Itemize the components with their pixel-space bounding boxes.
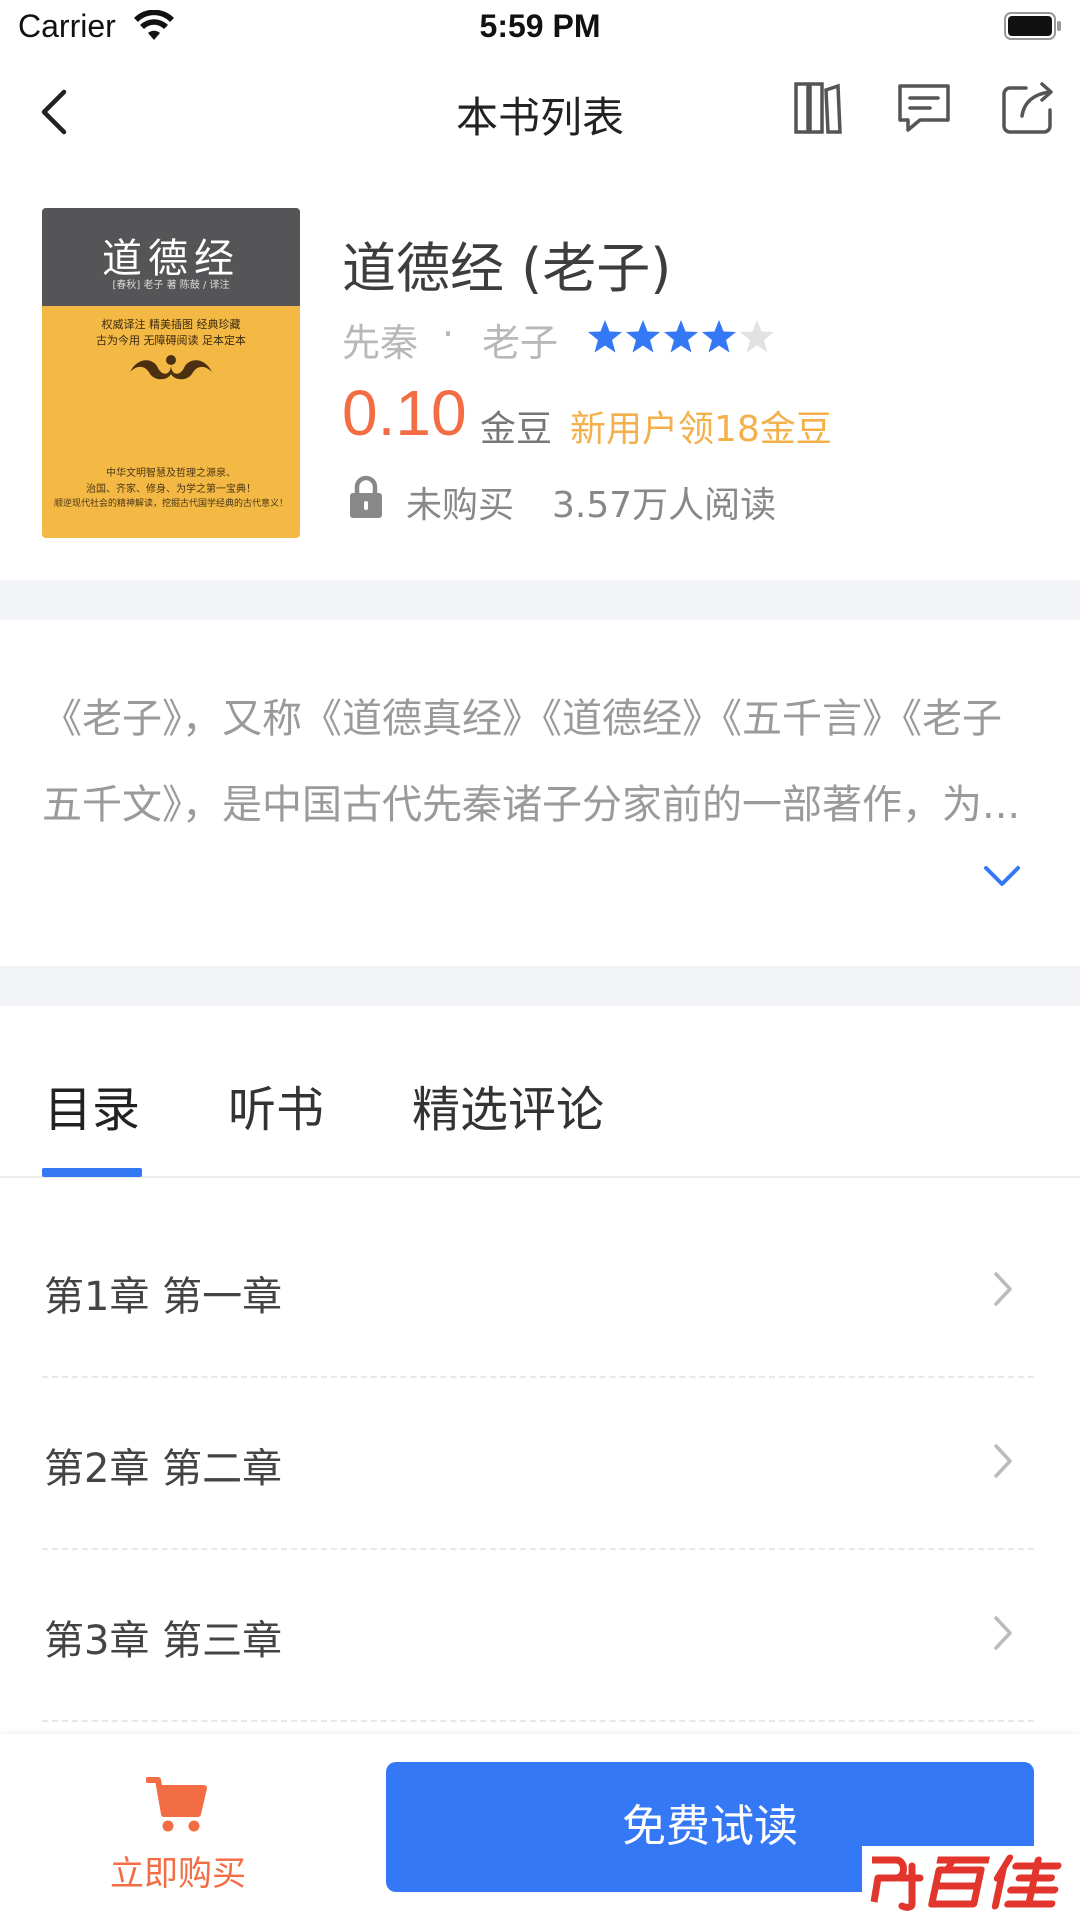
chevron-right-icon [994, 1616, 1012, 1650]
chapter-row[interactable]: 第1章 第一章 [0, 1206, 1080, 1378]
chevron-right-icon [994, 1272, 1012, 1306]
comment-icon[interactable] [896, 82, 952, 134]
tab-catalog[interactable]: 目录 [44, 1070, 140, 1140]
tab-featured-reviews[interactable]: 精选评论 [412, 1070, 604, 1140]
status-bar: Carrier 5:59 PM [0, 0, 1080, 56]
chapter-label: 第1章 第一章 [44, 1274, 283, 1320]
cart-icon[interactable] [146, 1774, 208, 1834]
chevron-right-icon [994, 1444, 1012, 1478]
price-unit: 金豆 [480, 409, 553, 450]
meta-separator: · [442, 312, 455, 356]
cover-blurb-1: 中华文明智慧及哲理之源泉、 [106, 468, 236, 479]
section-divider [0, 580, 1080, 620]
watermark-logo [862, 1846, 1076, 1912]
cover-ornament-icon [130, 355, 212, 380]
rating-stars [588, 320, 774, 353]
book-cover[interactable]: 道德经 [春秋] 老子 著 陈鼓 / 译注 权威译注 精美插图 经典珍藏 古为今… [42, 208, 300, 538]
chapter-label: 第3章 第三章 [44, 1618, 283, 1664]
star-filled [588, 320, 622, 353]
star-filled [702, 320, 736, 353]
cover-blurb-3: 顺逆现代社会的精神解读，挖掘古代国学经典的古代意义！ [53, 499, 288, 509]
chapter-row[interactable]: 第3章 第三章 [0, 1550, 1080, 1722]
bookshelf-icon[interactable] [792, 80, 844, 136]
battery-icon [1004, 12, 1061, 40]
lock-icon [350, 475, 382, 518]
book-author[interactable]: 老子 [482, 312, 558, 367]
share-icon[interactable] [1000, 80, 1056, 136]
book-dynasty: 先秦 [342, 321, 419, 365]
purchase-status: 未购买 [406, 485, 515, 526]
section-divider [0, 966, 1080, 1006]
chapter-row[interactable]: 第2章 第二章 [0, 1378, 1080, 1550]
cover-tagline-2: 古为今用 无障碍阅读 足本定本 [96, 334, 246, 347]
book-description[interactable]: 《老子》，又称《道德真经》《道德经》《五千言》《老子五千文》，是中国古代先秦诸子… [42, 676, 1032, 848]
new-user-promo-link[interactable]: 新用户领18金豆 [570, 400, 832, 452]
cover-tagline-1: 权威译注 精美插图 经典珍藏 [101, 318, 241, 331]
star-empty [740, 320, 774, 353]
star-filled [664, 320, 698, 353]
active-tab-indicator [42, 1168, 142, 1177]
chevron-down-icon[interactable] [982, 862, 1022, 890]
clock: 5:59 PM [479, 8, 601, 44]
book-title: 道德经 (老子) [342, 237, 672, 300]
read-count: 3.57万人阅读 [552, 485, 777, 526]
book-price: 0.10 [342, 377, 467, 449]
buy-now-button[interactable]: 立即购买 [70, 1846, 286, 1895]
cover-subtitle: [春秋] 老子 著 陈鼓 / 译注 [112, 280, 230, 291]
cover-blurb-2: 治国、齐家、修身、为学之第一宝典！ [86, 484, 256, 495]
chapter-label: 第2章 第二章 [44, 1446, 283, 1492]
row-divider [42, 1720, 1034, 1722]
star-filled [626, 320, 660, 353]
tab-audiobook[interactable]: 听书 [228, 1070, 324, 1140]
tab-divider [0, 1176, 1080, 1178]
